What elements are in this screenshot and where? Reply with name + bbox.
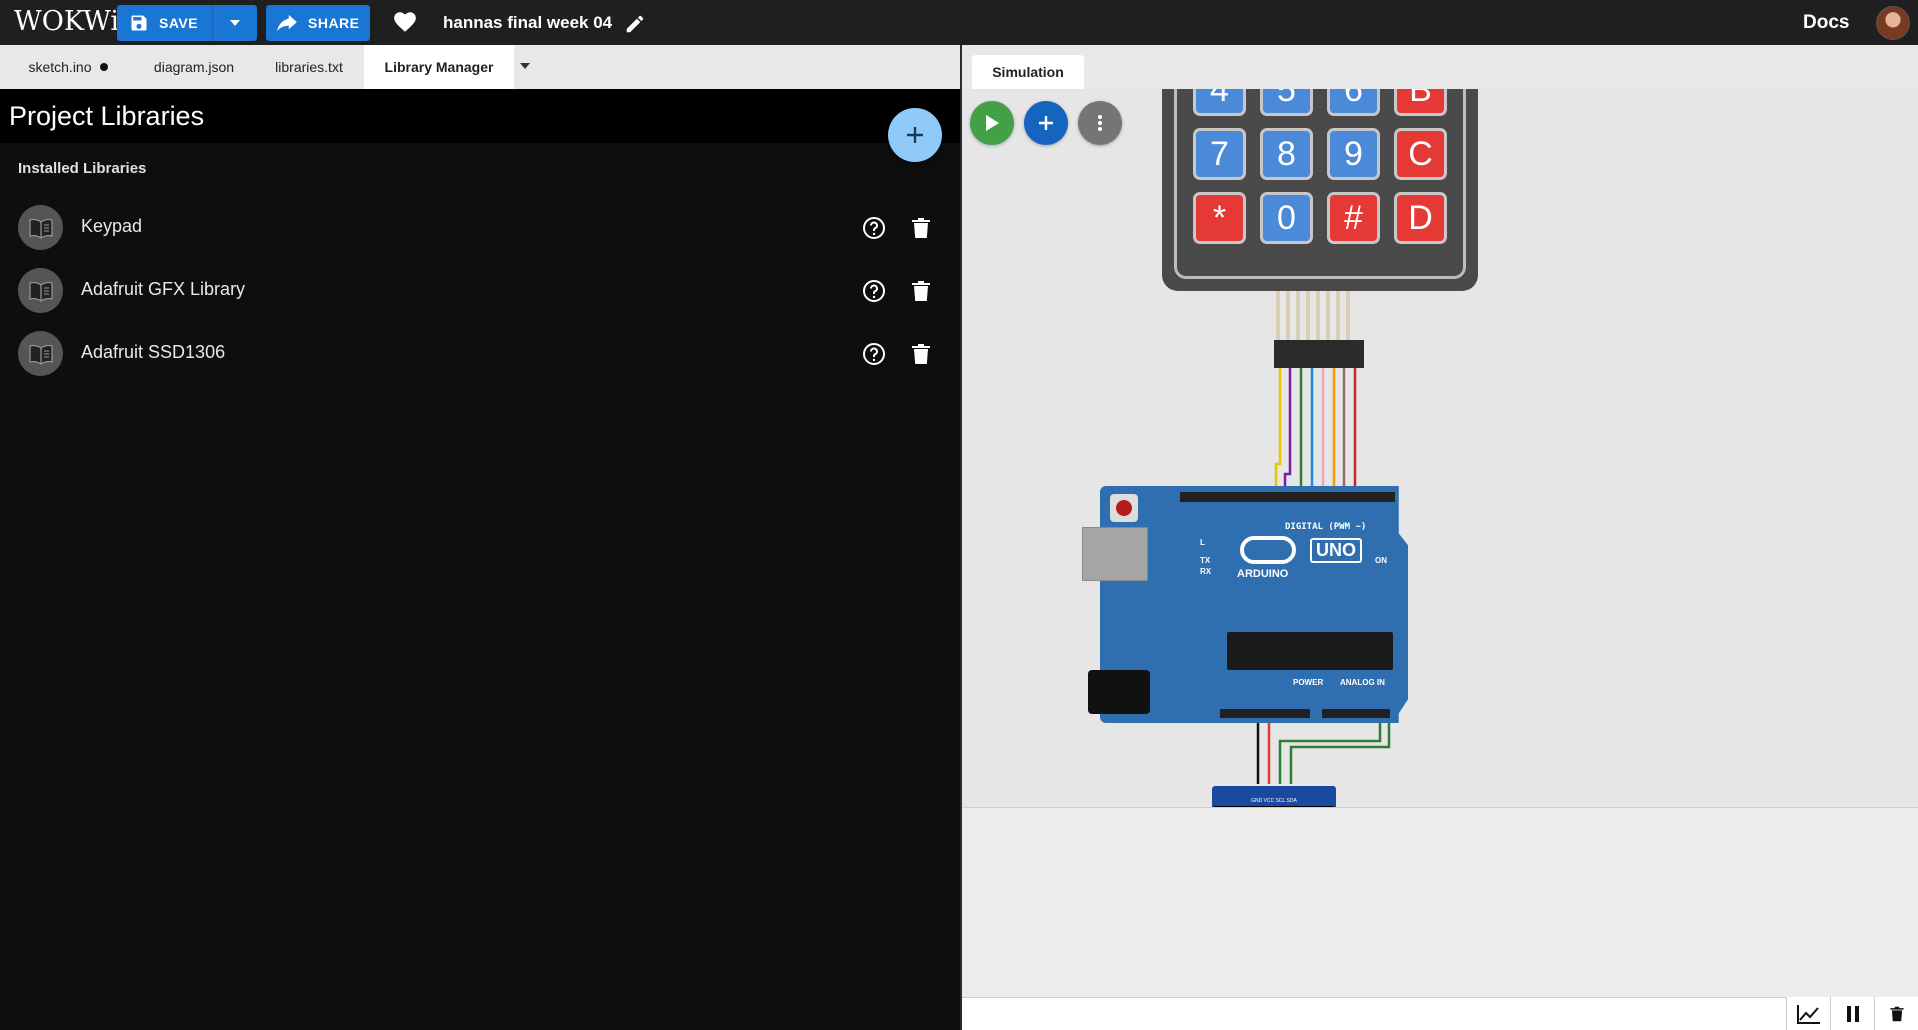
pencil-icon[interactable] (624, 13, 646, 35)
power-header (1220, 709, 1310, 718)
tab-diagram-json[interactable]: diagram.json (138, 45, 250, 89)
reset-button[interactable] (1116, 500, 1132, 516)
book-icon (18, 268, 63, 313)
delete-icon[interactable] (910, 342, 932, 366)
delete-icon[interactable] (910, 279, 932, 303)
save-icon (131, 15, 147, 31)
clear-serial-button[interactable] (1874, 997, 1918, 1030)
book-icon (18, 331, 63, 376)
l-led-label: L (1200, 538, 1205, 547)
board-brand-label: ARDUINO (1237, 568, 1289, 580)
wokwi-logo[interactable]: WOKWi (14, 6, 119, 37)
add-library-button[interactable] (888, 108, 942, 162)
library-row: Keypad (0, 198, 960, 258)
pause-icon (1846, 1005, 1859, 1022)
start-simulation-button[interactable] (970, 101, 1014, 145)
share-button[interactable]: SHARE (266, 5, 370, 41)
power-label: POWER (1293, 678, 1324, 687)
analog-header (1322, 709, 1390, 718)
save-button[interactable]: SAVE (117, 5, 213, 41)
tab-label: sketch.ino (28, 59, 92, 75)
serial-input[interactable] (962, 997, 1918, 1030)
more-vertical-icon (1098, 115, 1102, 131)
book-icon (18, 205, 63, 250)
help-icon[interactable] (862, 279, 886, 303)
arduino-logo-icon (1240, 536, 1296, 564)
editor-tab-bar: sketch.ino diagram.json libraries.txt Li… (0, 45, 960, 89)
chart-line-icon (1796, 1004, 1820, 1024)
power-jack (1088, 670, 1150, 714)
library-row: Adafruit SSD1306 (0, 324, 960, 384)
simulation-panel: Simulation 4 5 6 B 7 8 9 C * 0 # D DIGIT… (962, 45, 1918, 1030)
library-manager-panel: Project Libraries Installed Libraries Ke… (0, 89, 960, 1030)
digital-header (1180, 492, 1395, 502)
tx-led-label: TX (1200, 556, 1211, 565)
tab-libraries-txt[interactable]: libraries.txt (262, 45, 356, 89)
library-name: Adafruit GFX Library (81, 279, 246, 299)
avatar[interactable] (1876, 6, 1910, 40)
digital-label: DIGITAL (PWM ~) (1285, 522, 1367, 532)
caret-down-icon (230, 20, 240, 26)
usb-port (1082, 527, 1148, 581)
tab-label: libraries.txt (275, 59, 343, 75)
save-label: SAVE (159, 15, 199, 31)
help-icon[interactable] (862, 216, 886, 240)
share-arrow-icon (277, 14, 297, 32)
oled-display[interactable]: GND VCC SCL SDA (1212, 786, 1336, 807)
save-dropdown-button[interactable] (213, 5, 257, 41)
installed-libraries-heading: Installed Libraries (18, 160, 147, 177)
library-row: Adafruit GFX Library (0, 261, 960, 321)
plus-icon (1039, 116, 1053, 130)
plus-icon (907, 127, 923, 143)
library-name: Keypad (81, 216, 143, 236)
tab-simulation[interactable]: Simulation (972, 55, 1084, 89)
tabs-menu-caret-icon[interactable] (520, 63, 530, 69)
tab-label: diagram.json (153, 59, 235, 75)
plotter-button[interactable] (1786, 997, 1830, 1030)
docs-link[interactable]: Docs (1803, 12, 1849, 34)
more-options-button[interactable] (1078, 101, 1122, 145)
analog-label: ANALOG IN (1340, 678, 1385, 687)
library-name: Adafruit SSD1306 (81, 342, 226, 362)
simulation-canvas[interactable]: 4 5 6 B 7 8 9 C * 0 # D DIGITAL (PWM ~) … (962, 89, 1918, 807)
save-button-group: SAVE (117, 5, 257, 41)
atmega-chip (1227, 632, 1393, 670)
play-icon (986, 115, 999, 131)
rx-led-label: RX (1200, 567, 1212, 576)
add-part-button[interactable] (1024, 101, 1068, 145)
unsaved-dot-icon (99, 63, 108, 71)
tab-library-manager[interactable]: Library Manager (364, 45, 514, 89)
oled-pin-labels: GND VCC SCL SDA (1251, 798, 1297, 804)
project-title: hannas final week 04 (443, 13, 613, 32)
delete-icon[interactable] (910, 216, 932, 240)
help-icon[interactable] (862, 342, 886, 366)
share-label: SHARE (308, 15, 360, 31)
serial-toolbar (1786, 997, 1918, 1030)
pause-button[interactable] (1830, 997, 1874, 1030)
page-title: Project Libraries (9, 101, 205, 131)
on-led-label: ON (1375, 556, 1387, 565)
tab-label: Library Manager (384, 59, 494, 75)
tab-sketch-ino[interactable]: sketch.ino (12, 45, 124, 89)
top-bar: WOKWi SAVE SHARE hannas final week 04 Do… (0, 0, 1918, 45)
board-model-label: UNO (1310, 538, 1362, 563)
serial-monitor (962, 807, 1918, 997)
heart-icon[interactable] (392, 9, 418, 35)
delete-icon (1889, 1006, 1904, 1021)
library-header: Project Libraries (0, 89, 960, 143)
